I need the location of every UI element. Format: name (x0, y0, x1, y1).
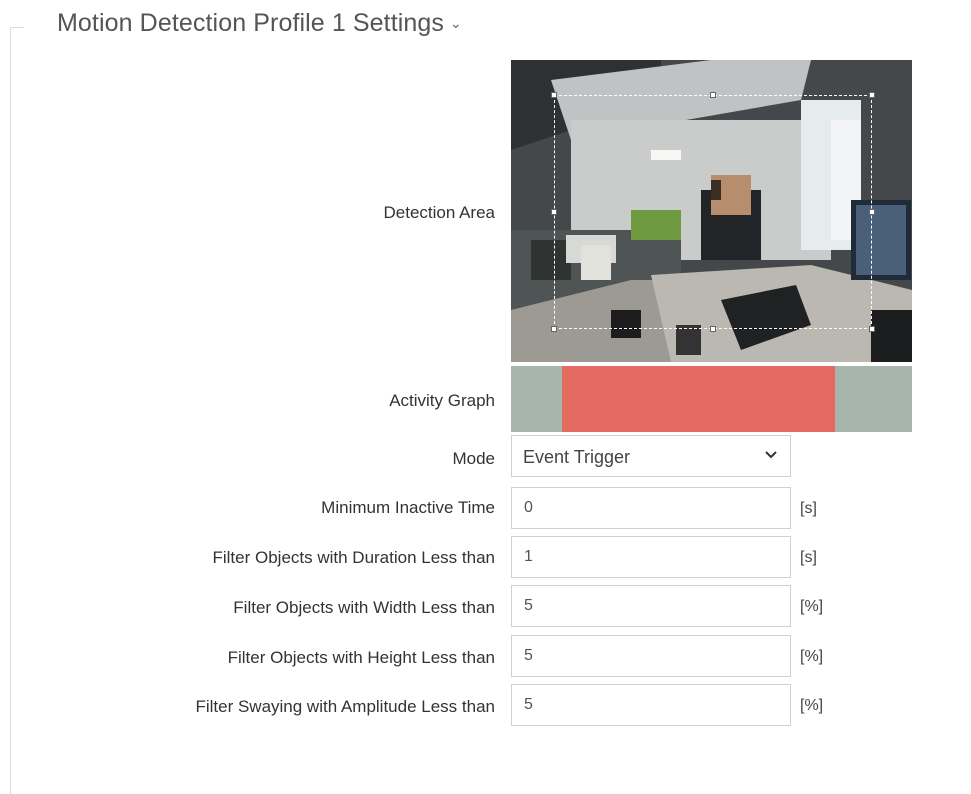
section-frame (10, 27, 11, 794)
section-title: Motion Detection Profile 1 Settings (57, 9, 445, 37)
resize-handle-bottom-left[interactable] (551, 326, 557, 332)
resize-handle-top-right[interactable] (869, 92, 875, 98)
chevron-down-icon (765, 451, 777, 459)
resize-handle-top-left[interactable] (551, 92, 557, 98)
minimum-inactive-time-input[interactable]: 0 (511, 487, 791, 529)
resize-handle-left[interactable] (551, 209, 557, 215)
mode-select[interactable]: Event Trigger (511, 435, 791, 477)
filter-duration-input[interactable]: 1 (511, 536, 791, 578)
activity-graph-label: Activity Graph (389, 391, 495, 410)
filter-width-input[interactable]: 5 (511, 585, 791, 627)
detection-area-selection[interactable] (551, 92, 875, 332)
filter-swaying-input[interactable]: 5 (511, 684, 791, 726)
filter-swaying-label: Filter Swaying with Amplitude Less than (195, 697, 495, 716)
minimum-inactive-time-unit: [s] (800, 500, 817, 517)
minimum-inactive-time-label: Minimum Inactive Time (321, 498, 495, 517)
filter-duration-unit: [s] (800, 549, 817, 566)
chevron-down-icon: ⌄ (450, 15, 462, 31)
filter-swaying-unit: [%] (800, 697, 824, 714)
resize-handle-top[interactable] (710, 92, 716, 98)
activity-graph (511, 366, 912, 432)
filter-width-label: Filter Objects with Width Less than (233, 598, 495, 617)
filter-height-input[interactable]: 5 (511, 635, 791, 677)
mode-select-value: Event Trigger (523, 447, 631, 467)
resize-handle-bottom[interactable] (710, 326, 716, 332)
detection-area-label: Detection Area (383, 203, 495, 222)
section-header[interactable]: Motion Detection Profile 1 Settings ⌄ (57, 9, 462, 38)
activity-graph-active-segment (562, 366, 835, 432)
filter-width-unit: [%] (800, 598, 824, 615)
resize-handle-right[interactable] (869, 209, 875, 215)
mode-label: Mode (452, 449, 495, 468)
filter-duration-label: Filter Objects with Duration Less than (212, 548, 495, 567)
filter-height-unit: [%] (800, 648, 824, 665)
filter-height-label: Filter Objects with Height Less than (227, 648, 495, 667)
resize-handle-bottom-right[interactable] (869, 326, 875, 332)
section-frame-top (10, 27, 24, 28)
detection-area-image[interactable] (511, 60, 912, 362)
